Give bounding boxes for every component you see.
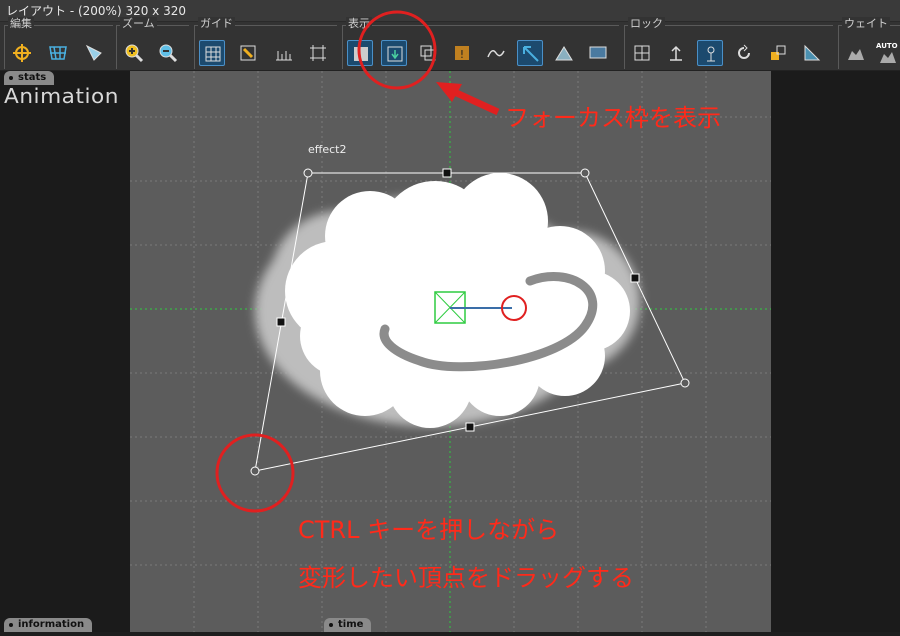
- stats-tab[interactable]: stats: [4, 71, 55, 85]
- lock-grid-button[interactable]: [629, 40, 655, 66]
- display-parameter-button[interactable]: [551, 40, 577, 66]
- guide-group-label: ガイド: [198, 17, 235, 31]
- lock-rotate-button[interactable]: [731, 40, 757, 66]
- ruler-button[interactable]: [271, 40, 297, 66]
- mesh-icon: [49, 46, 67, 60]
- lock-group: ロック: [624, 17, 833, 69]
- svg-text:!: !: [460, 48, 464, 61]
- display-layers-button[interactable]: [415, 40, 441, 66]
- zoom-out-button[interactable]: [155, 40, 181, 66]
- grid-icon: [205, 46, 221, 62]
- deform-tool-button[interactable]: [81, 40, 107, 66]
- zoom-group-label: ズーム: [120, 17, 157, 31]
- time-tab[interactable]: time: [324, 618, 372, 632]
- weight-icon: [848, 49, 864, 60]
- parameter-icon: [555, 46, 573, 61]
- zoom-in-button[interactable]: [121, 40, 147, 66]
- display-warning-button[interactable]: !: [449, 40, 475, 66]
- edit-group-label: 編集: [8, 17, 34, 31]
- canvas-svg: [130, 71, 771, 632]
- weight-group: ウェイト AUTO: [838, 17, 900, 69]
- animation-title: Animation: [4, 84, 119, 108]
- instruction-line1: CTRL キーを押しながら: [298, 516, 560, 544]
- focus-frame-button[interactable]: [381, 40, 407, 66]
- weight-group-label: ウェイト: [842, 17, 890, 31]
- guide-snap-icon: [240, 45, 256, 61]
- display-group-label: 表示: [346, 17, 372, 31]
- zoom-out-icon: [159, 44, 178, 63]
- lock-shape-button[interactable]: [799, 40, 825, 66]
- grid-toggle-button[interactable]: [199, 40, 225, 66]
- canvas-frame-icon: [310, 45, 326, 61]
- auto-label: AUTO: [876, 42, 898, 50]
- display-path-button[interactable]: [483, 40, 509, 66]
- information-tab[interactable]: information: [4, 618, 93, 632]
- weight-paint-button[interactable]: [843, 40, 869, 66]
- deform-icon: [85, 44, 102, 61]
- move-icon: [13, 44, 31, 62]
- focus-frame-icon: [387, 46, 403, 62]
- left-panel: [0, 71, 130, 632]
- warning-icon: !: [455, 46, 469, 61]
- canvas-frame-button[interactable]: [305, 40, 331, 66]
- lock-group-label: ロック: [628, 17, 665, 31]
- canvas-view[interactable]: effect2: [130, 71, 771, 632]
- mesh-tool-button[interactable]: [45, 40, 71, 66]
- deform-display-icon: [523, 46, 539, 62]
- edit-group: 編集: [4, 17, 113, 69]
- path-icon: [487, 50, 505, 58]
- toolbar: 編集 ズーム ガイド 表示 ! ロック ウェイト AUTO: [0, 17, 900, 71]
- guide-snap-button[interactable]: [235, 40, 261, 66]
- zoom-in-icon: [125, 44, 144, 63]
- right-panel: [771, 71, 900, 632]
- display-deform-button[interactable]: [517, 40, 543, 66]
- rotate-icon: [738, 44, 750, 59]
- scale-icon: [771, 45, 786, 60]
- lock-pivot-icon: [707, 46, 715, 62]
- lock-pivot-button[interactable]: [697, 40, 723, 66]
- auto-weight-icon: [880, 52, 896, 63]
- lock-move-button[interactable]: [663, 40, 689, 66]
- lock-move-icon: [670, 45, 682, 61]
- display-image-button[interactable]: [347, 40, 373, 66]
- focus-frame-annotation: フォーカス枠を表示: [505, 104, 721, 132]
- weight-auto-button[interactable]: AUTO: [875, 40, 900, 66]
- instruction-line2: 変形したい頂点をドラッグする: [298, 564, 634, 592]
- object-label: effect2: [308, 143, 347, 156]
- monitor-icon: [589, 46, 607, 59]
- layers-icon: [420, 45, 436, 61]
- image-icon: [354, 47, 368, 61]
- zoom-group: ズーム: [116, 17, 189, 69]
- move-tool-button[interactable]: [9, 40, 35, 66]
- lock-grid-icon: [634, 45, 650, 61]
- shape-lock-icon: [804, 44, 821, 61]
- display-monitor-button[interactable]: [585, 40, 611, 66]
- lock-scale-button[interactable]: [765, 40, 791, 66]
- display-group: 表示 !: [342, 17, 619, 69]
- ruler-icon: [276, 51, 292, 61]
- guide-group: ガイド: [194, 17, 337, 69]
